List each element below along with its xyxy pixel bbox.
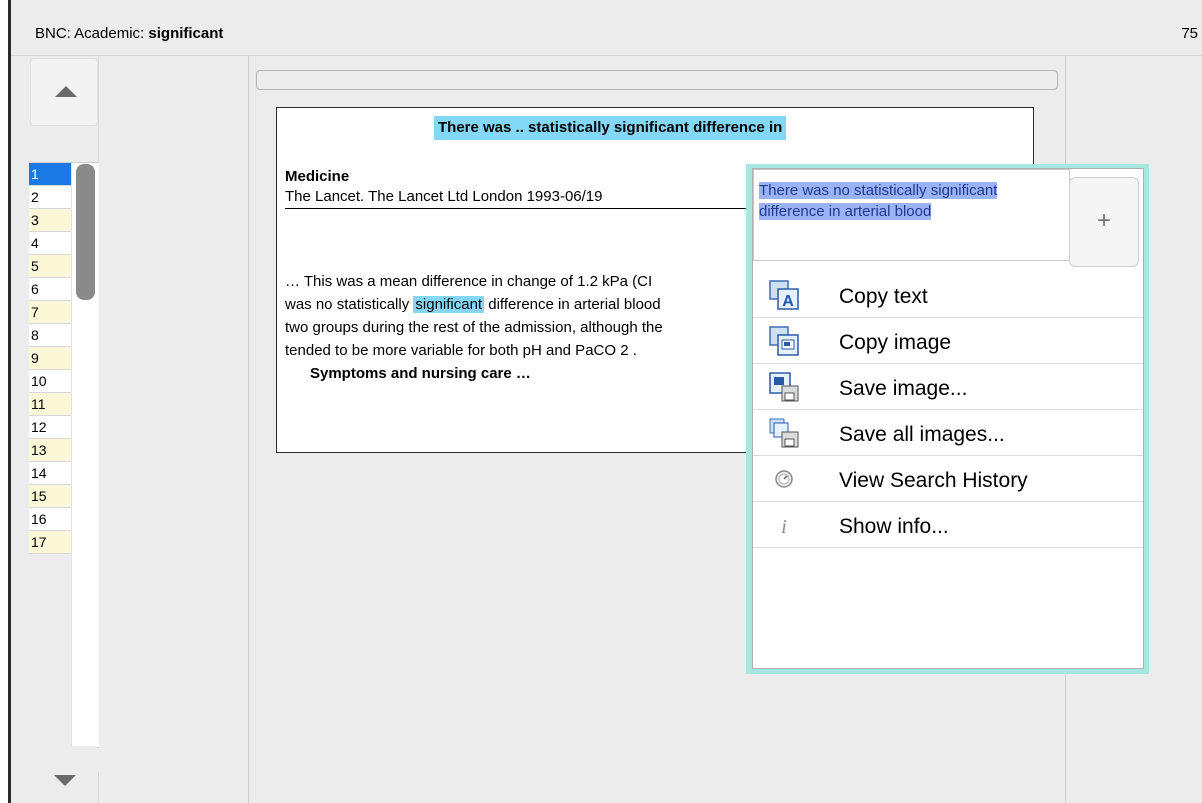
genre-label: Medicine (285, 168, 350, 185)
add-button[interactable]: + (1069, 177, 1139, 267)
scroll-up-button[interactable] (30, 58, 98, 126)
result-navigator: 1 2 3 4 5 6 7 8 9 10 11 12 13 14 15 16 17 (29, 56, 99, 803)
list-item[interactable]: 5 (29, 255, 71, 278)
list-item[interactable]: 12 (29, 416, 71, 439)
excerpt-line: … This was a mean difference in change o… (285, 273, 653, 290)
menu-item-show-info[interactable]: i Show info... (753, 502, 1143, 548)
list-item[interactable]: 10 (29, 370, 71, 393)
copy-image-icon (769, 326, 799, 356)
excerpt-text-before: was no statistically (285, 296, 414, 313)
list-item[interactable]: 3 (29, 209, 71, 232)
list-item[interactable]: 1 (29, 163, 71, 186)
excerpt-text: … This was a mean difference in change o… (285, 270, 745, 385)
source-citation: The Lancet. The Lancet Ltd London 1993-0… (285, 188, 755, 209)
svg-text:A: A (782, 293, 794, 310)
header-bar: BNC: Academic: significant 75 (11, 12, 1202, 56)
save-all-images-icon (769, 418, 799, 448)
arrow-down-icon (54, 775, 76, 786)
result-list: 1 2 3 4 5 6 7 8 9 10 11 12 13 14 15 16 17 (29, 162, 99, 802)
menu-item-label: Copy text (839, 285, 928, 308)
info-icon: i (781, 516, 787, 538)
list-item[interactable]: 6 (29, 278, 71, 301)
list-item[interactable]: 16 (29, 508, 71, 531)
list-item[interactable]: 7 (29, 301, 71, 324)
list-item[interactable]: 17 (29, 531, 71, 554)
page-title: BNC: Academic: significant (35, 25, 223, 42)
result-count: 75 (1181, 25, 1198, 42)
menu-item-label: Save image... (839, 377, 968, 400)
list-item[interactable]: 11 (29, 393, 71, 416)
keyword-highlight: significant (413, 296, 485, 313)
scroll-down-button[interactable] (30, 746, 98, 803)
menu-item-copy-image[interactable]: Copy image (753, 318, 1143, 364)
selected-text[interactable]: There was no statistically significant d… (759, 180, 1064, 222)
list-scrollbar-thumb[interactable] (76, 164, 95, 300)
list-item[interactable]: 14 (29, 462, 71, 485)
list-item[interactable]: 8 (29, 324, 71, 347)
menu-item-label: Save all images... (839, 423, 1005, 446)
search-keyword: significant (148, 25, 224, 42)
history-icon (775, 470, 793, 488)
svg-text:i: i (781, 516, 787, 538)
window-left-edge (0, 0, 8, 803)
selected-text-box[interactable]: There was no statistically significant d… (753, 169, 1070, 261)
excerpt-line: was no statistically significant differe… (285, 293, 745, 316)
menu-item-label: View Search History (839, 469, 1028, 492)
menu-item-save-image[interactable]: Save image... (753, 364, 1143, 410)
corpus-label: BNC: Academic: (35, 25, 145, 42)
list-item[interactable]: 13 (29, 439, 71, 462)
arrow-up-icon (55, 86, 77, 97)
list-item[interactable]: 4 (29, 232, 71, 255)
menu-item-label: Show info... (839, 515, 949, 538)
menu-item-label: Copy image (839, 331, 952, 354)
excerpt-line: tended to be more variable for both pH a… (285, 342, 637, 359)
popup-body: There was no statistically significant d… (752, 168, 1144, 669)
list-item[interactable]: 15 (29, 485, 71, 508)
menu-item-save-all-images[interactable]: Save all images... (753, 410, 1143, 456)
menu-item-view-search-history[interactable]: View Search History (753, 456, 1143, 502)
progress-bar (256, 70, 1058, 90)
list-item[interactable]: 9 (29, 347, 71, 370)
section-heading: Symptoms and nursing care … (310, 365, 531, 382)
excerpt-text-after: difference in arterial blood (484, 296, 661, 313)
menu-item-copy-text[interactable]: A Copy text (753, 272, 1143, 318)
save-image-icon (769, 372, 799, 402)
context-menu: A Copy text Copy image Save image... Sav… (753, 272, 1143, 548)
window-divider (8, 0, 11, 803)
copy-text-icon: A (769, 280, 799, 310)
card-heading: There was .. statistically significant d… (434, 116, 787, 140)
list-item[interactable]: 2 (29, 186, 71, 209)
excerpt-line: two groups during the rest of the admiss… (285, 319, 663, 336)
list-scrollbar[interactable] (71, 163, 99, 748)
context-popup: There was no statistically significant d… (746, 164, 1149, 674)
